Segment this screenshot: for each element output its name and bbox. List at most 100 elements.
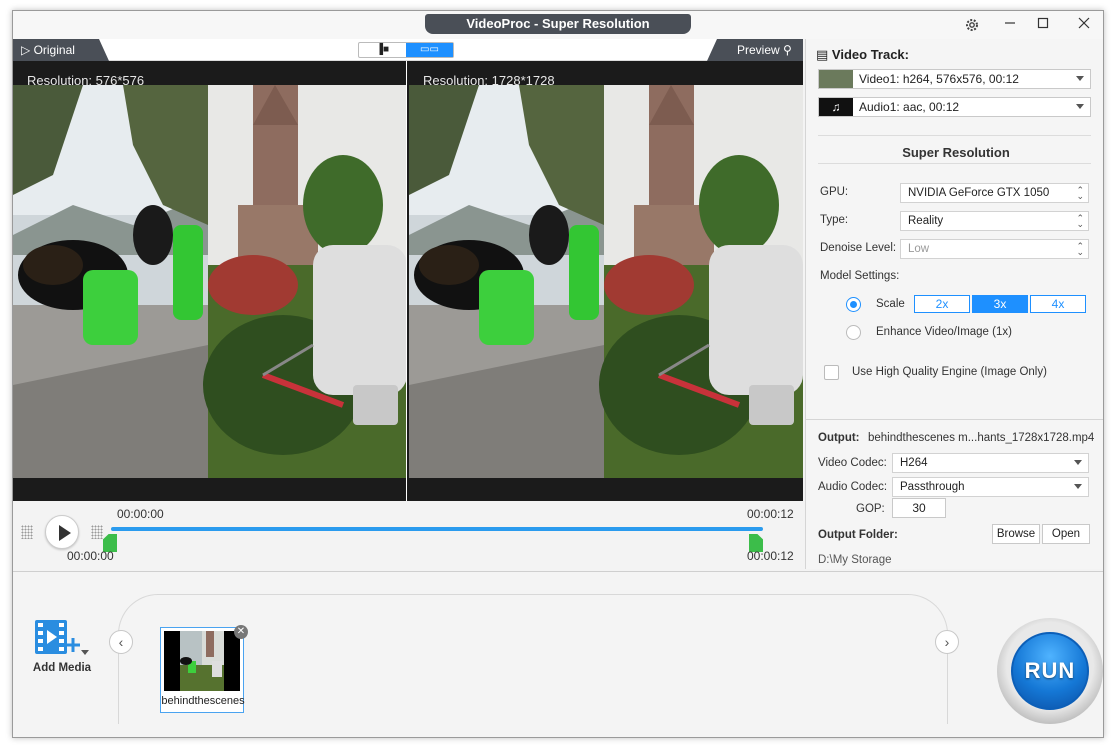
enhance-label: Enhance Video/Image (1x)	[876, 326, 1012, 338]
gpu-value: NVIDIA GeForce GTX 1050	[908, 187, 1050, 199]
grip-icon	[21, 525, 33, 539]
hq-engine-label: Use High Quality Engine (Image Only)	[852, 366, 1047, 378]
chevron-down-icon	[1074, 484, 1082, 489]
open-button[interactable]: Open	[1042, 524, 1090, 544]
add-media-button[interactable]: Add Media	[27, 618, 97, 678]
video-track-title: Video Track:	[831, 47, 909, 62]
tab-original[interactable]: ▷ Original	[13, 39, 109, 61]
run-button[interactable]: RUN	[1011, 632, 1089, 710]
title-bar: VideoProc - Super Resolution	[13, 11, 1103, 39]
clip-preview-image	[164, 631, 240, 691]
window-title: VideoProc - Super Resolution	[425, 14, 691, 34]
video-codec-select[interactable]: H264	[892, 453, 1089, 473]
chevron-down-icon	[1076, 76, 1084, 81]
gear-icon[interactable]	[957, 15, 987, 35]
remove-clip-icon[interactable]: ✕	[234, 625, 248, 639]
output-section: Output: behindthescenes m...hants_1728x1…	[806, 419, 1103, 569]
settings-panel: ▤ Video Track: Video1: h264, 576x576, 00…	[805, 39, 1103, 569]
split-divider[interactable]	[406, 61, 407, 501]
maximize-icon[interactable]	[1028, 15, 1058, 35]
split-view-icon[interactable]: ▭▭	[406, 43, 453, 57]
tab-preview[interactable]: Preview ⚲	[707, 39, 803, 61]
video-frame-original	[13, 85, 407, 478]
scale-4x-button[interactable]: 4x	[1030, 295, 1086, 313]
chevron-right-icon[interactable]: ›	[935, 630, 959, 654]
scale-radio[interactable]	[846, 297, 861, 312]
play-button[interactable]	[45, 515, 79, 549]
hq-engine-checkbox[interactable]	[824, 365, 839, 380]
minimize-icon[interactable]	[995, 15, 1025, 35]
tab-preview-label: Preview	[737, 43, 780, 57]
audio-track-select[interactable]: ♫ Audio1: aac, 00:12	[818, 97, 1091, 117]
video-frame-enhanced	[409, 85, 803, 478]
run-button-ring: RUN	[997, 618, 1103, 724]
type-label: Type:	[820, 214, 849, 226]
browse-button[interactable]: Browse	[992, 524, 1040, 544]
audio-codec-label: Audio Codec:	[818, 481, 888, 493]
output-label: Output:	[818, 432, 860, 444]
progress-track[interactable]	[111, 527, 763, 531]
divider	[818, 163, 1091, 164]
super-resolution-title: Super Resolution	[902, 145, 1010, 160]
audio-track-value: Audio1: aac, 00:12	[859, 100, 960, 114]
video-codec-value: H264	[900, 457, 928, 469]
chevron-left-icon[interactable]: ‹	[109, 630, 133, 654]
add-media-label: Add Media	[32, 662, 92, 674]
video-codec-label: Video Codec:	[818, 457, 887, 469]
enhance-radio[interactable]	[846, 325, 861, 340]
scale-label: Scale	[876, 298, 905, 310]
video-track-heading: ▤ Video Track:	[816, 47, 909, 63]
enhanced-video: Resolution: 1728*1728	[409, 61, 803, 501]
original-video: Resolution: 576*576	[13, 61, 407, 501]
single-view-icon[interactable]: ▐■	[359, 43, 406, 57]
updown-icon: ⌃ ⌄	[1076, 241, 1084, 257]
grip-icon	[91, 525, 103, 539]
audio-codec-value: Passthrough	[900, 481, 965, 493]
play-outline-icon: ▷	[21, 43, 34, 57]
video-track-select[interactable]: Video1: h264, 576x576, 00:12	[818, 69, 1091, 89]
preview-area: ▷ Original ▐■ ▭▭ Preview ⚲ Resolution: 5…	[13, 39, 803, 569]
add-video-icon	[35, 620, 89, 655]
media-bar: Add Media ‹ › behindthescenes ✕ RUN	[13, 571, 1103, 737]
audio-codec-select[interactable]: Passthrough	[892, 477, 1089, 497]
updown-icon: ⌃ ⌄	[1076, 213, 1084, 229]
clip-name: behindthescenes	[161, 695, 245, 707]
video-thumb-icon	[819, 70, 853, 88]
close-icon[interactable]	[1069, 15, 1099, 35]
scale-3x-button[interactable]: 3x	[972, 295, 1028, 313]
updown-icon: ⌃ ⌄	[1076, 185, 1084, 201]
output-filename: behindthescenes m...hants_1728x1728.mp4	[868, 432, 1095, 444]
scale-2x-button[interactable]: 2x	[914, 295, 970, 313]
output-folder-path: D:\My Storage	[818, 554, 892, 566]
denoise-value: Low	[908, 243, 930, 255]
gop-label: GOP:	[856, 503, 885, 515]
type-value: Reality	[908, 215, 944, 227]
enhanced-resolution: Resolution: 1728*1728	[423, 73, 555, 88]
music-note-icon: ♫	[819, 98, 853, 116]
trim-start-time: 00:00:00	[117, 507, 164, 521]
current-time: 00:00:00	[67, 549, 114, 563]
gpu-label: GPU:	[820, 186, 849, 198]
gpu-select[interactable]: NVIDIA GeForce GTX 1050 ⌃ ⌄	[900, 183, 1089, 203]
video-viewer: Resolution: 576*576 Resolution: 1728*172…	[13, 61, 803, 501]
denoise-select[interactable]: Low ⌃ ⌄	[900, 239, 1089, 259]
clip-thumbnail[interactable]: behindthescenes ✕	[160, 625, 248, 713]
video-track-value: Video1: h264, 576x576, 00:12	[859, 72, 1019, 86]
app-window: VideoProc - Super Resolution ▷ Original …	[12, 10, 1104, 738]
denoise-label: Denoise Level:	[820, 242, 897, 254]
preview-toolbar: ▷ Original ▐■ ▭▭ Preview ⚲	[13, 39, 803, 61]
divider	[818, 135, 1091, 136]
type-select[interactable]: Reality ⌃ ⌄	[900, 211, 1089, 231]
model-settings-label: Model Settings:	[820, 270, 900, 282]
trim-end-time: 00:00:12	[747, 507, 794, 521]
timeline: 00:00:00 00:00:12 00:00:00 00:00:12	[13, 501, 803, 569]
gop-input[interactable]: 30	[892, 498, 946, 518]
total-time: 00:00:12	[747, 549, 794, 563]
output-folder-label: Output Folder:	[818, 529, 898, 541]
film-icon: ▤	[816, 47, 829, 62]
compare-mode-toggle[interactable]: ▐■ ▭▭	[358, 42, 454, 58]
chevron-down-icon	[1074, 460, 1082, 465]
tab-original-label: Original	[33, 43, 75, 57]
original-resolution: Resolution: 576*576	[27, 73, 145, 88]
chevron-down-icon	[1076, 104, 1084, 109]
